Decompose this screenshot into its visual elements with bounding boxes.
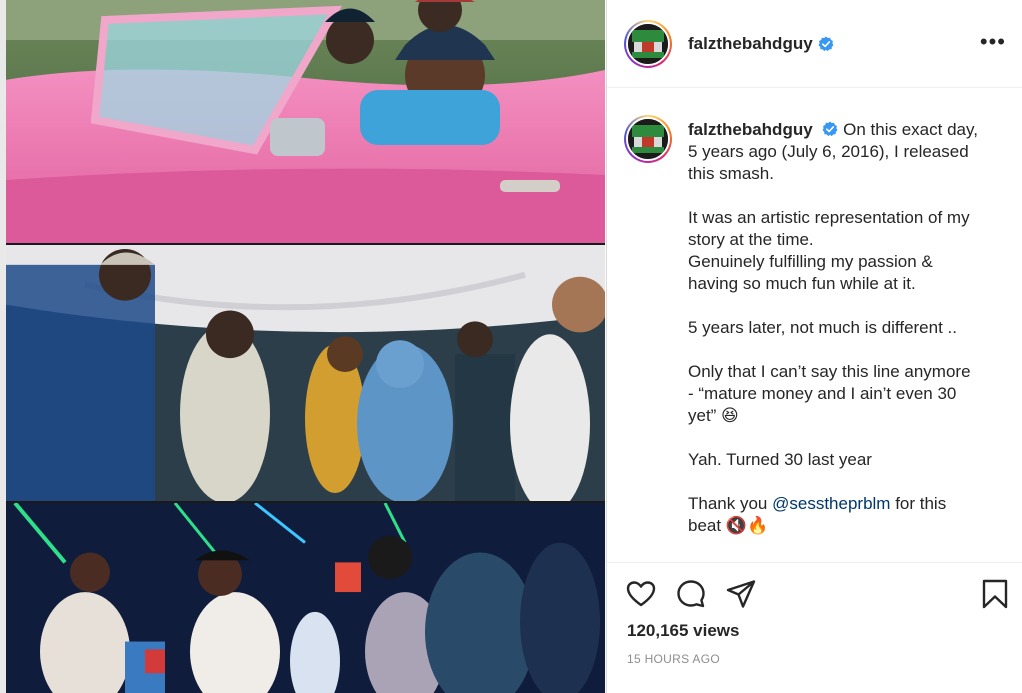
- video-frame-club: [5, 501, 605, 693]
- caption-gap: [688, 339, 988, 361]
- caption-line: Yah. Turned 30 last year: [688, 450, 872, 469]
- caption-gap: [688, 427, 988, 449]
- bookmark-icon[interactable]: [979, 578, 1011, 610]
- caption-text: falzthebahdguy On this exact day, 5 year…: [688, 119, 988, 537]
- more-options-button[interactable]: •••: [980, 31, 1006, 53]
- caption-gap: [688, 295, 988, 317]
- caption-line: 5 years ago (July 6, 2016), I released: [688, 142, 969, 161]
- caption-line: having so much fun while at it.: [688, 274, 916, 293]
- caption-avatar-image: [628, 119, 668, 159]
- caption-gap: [688, 471, 988, 493]
- share-icon[interactable]: [725, 578, 757, 610]
- caption-line: this smash.: [688, 164, 774, 183]
- caption-line: 5 years later, not much is different ..: [688, 318, 957, 337]
- caption-line: story at the time.: [688, 230, 814, 249]
- view-count[interactable]: 120,165 views: [627, 621, 739, 641]
- caption-line: Thank you: [688, 494, 773, 513]
- caption-line: Only that I can’t say this line anymore: [688, 362, 971, 381]
- caption-gap: [688, 185, 988, 207]
- caption-avatar[interactable]: [624, 115, 672, 163]
- post-header: falzthebahdguy •••: [607, 0, 1022, 88]
- caption-line: - “mature money and I ain’t even 30: [688, 384, 957, 403]
- video-frame-car: [5, 0, 605, 243]
- caption-verified-badge-icon: [822, 121, 838, 137]
- caption-line: for this: [890, 494, 947, 513]
- caption-line: Genuinely fulfilling my passion &: [688, 252, 933, 271]
- caption-line: It was an artistic representation of my: [688, 208, 970, 227]
- avatar[interactable]: [624, 19, 672, 68]
- caption-line: beat 🔇🔥: [688, 516, 769, 535]
- comment-icon[interactable]: [675, 578, 707, 610]
- post-caption: falzthebahdguy On this exact day, 5 year…: [624, 115, 1014, 537]
- mention-link[interactable]: @sesstheprblm: [772, 494, 890, 513]
- username-link[interactable]: falzthebahdguy: [688, 34, 813, 54]
- post-timestamp[interactable]: 15 HOURS AGO: [627, 652, 720, 666]
- verified-badge-icon: [818, 36, 834, 51]
- heart-icon[interactable]: [625, 578, 657, 610]
- post-media[interactable]: [0, 0, 605, 693]
- caption-line: yet” 😆: [688, 406, 739, 425]
- post-details-pane: falzthebahdguy ••• falzthebahdguy On thi…: [606, 0, 1022, 693]
- caption-line: On this exact day,: [843, 120, 978, 139]
- media-left-edge: [0, 0, 6, 693]
- avatar-image: [628, 23, 668, 64]
- caption-username-link[interactable]: falzthebahdguy: [688, 120, 813, 139]
- video-frame-party: [5, 243, 605, 501]
- post-actions: 120,165 views 15 HOURS AGO: [607, 562, 1022, 693]
- action-bar: [625, 578, 1011, 612]
